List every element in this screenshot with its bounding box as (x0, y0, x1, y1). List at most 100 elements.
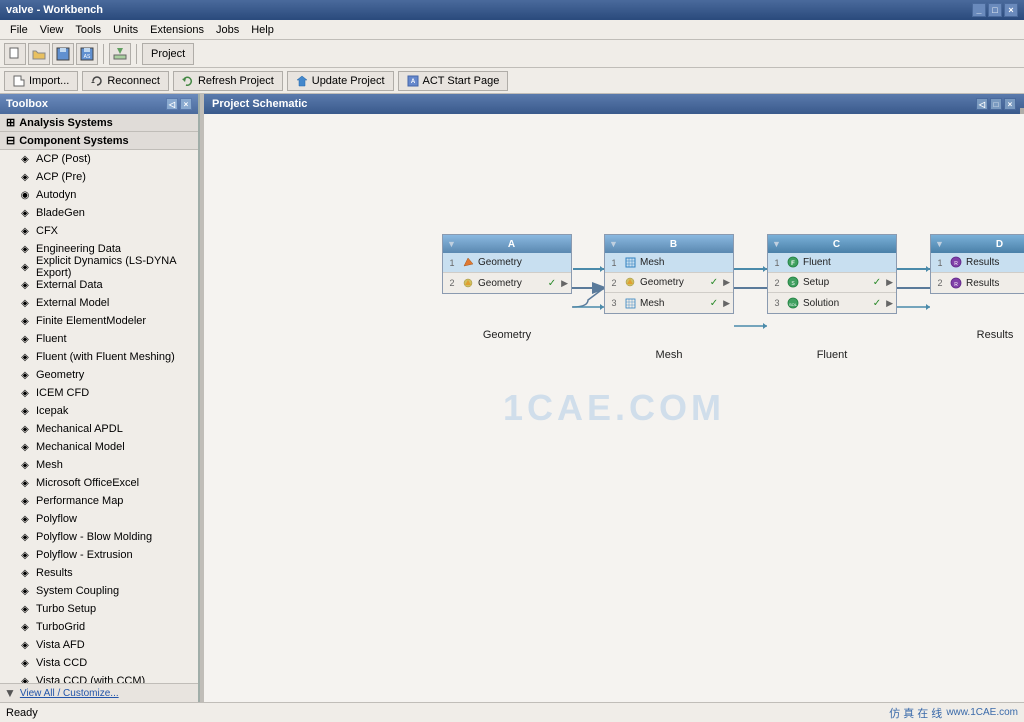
section-analysis-systems[interactable]: ⊞ Analysis Systems (0, 114, 198, 132)
system-a-row-1[interactable]: 1 Geometry (443, 253, 571, 273)
fluent-icon: ◈ (18, 332, 32, 346)
system-b-row-3-label: Mesh (640, 298, 707, 309)
toolbox-item-external-model[interactable]: ◈ External Model (0, 294, 198, 312)
system-d-row-2[interactable]: 2 R Results ▶ (931, 273, 1024, 293)
open-button[interactable] (28, 43, 50, 65)
toolbox-item-finite-element-modeler[interactable]: ◈ Finite ElementModeler (0, 312, 198, 330)
toolbox-item-polyflow-extrusion[interactable]: ◈ Polyflow - Extrusion (0, 546, 198, 564)
toolbox-item-fluent[interactable]: ◈ Fluent (0, 330, 198, 348)
external-data-label: External Data (36, 279, 103, 291)
system-b-row-3[interactable]: 3 Mesh ✓ ▶ (605, 293, 733, 313)
toolbox-item-bladegen[interactable]: ◈ BladeGen (0, 204, 198, 222)
reconnect-button[interactable]: Reconnect (82, 71, 169, 91)
system-c-row-3-arrow: ▶ (886, 298, 893, 309)
toolbox-item-turbogrid[interactable]: ◈ TurboGrid (0, 618, 198, 636)
system-a-arrow[interactable]: ▼ (447, 239, 456, 249)
toolbox-item-vista-ccd[interactable]: ◈ Vista CCD (0, 654, 198, 672)
performance-map-label: Performance Map (36, 495, 123, 507)
filter-icon[interactable]: ▼ (4, 686, 16, 700)
save-button[interactable] (52, 43, 74, 65)
toolbox-item-results[interactable]: ◈ Results (0, 564, 198, 582)
view-all-link[interactable]: View All / Customize... (20, 688, 119, 699)
toolbox-item-turbo-setup[interactable]: ◈ Turbo Setup (0, 600, 198, 618)
toolbox-item-icepak[interactable]: ◈ Icepak (0, 402, 198, 420)
toolbox-item-vista-afd[interactable]: ◈ Vista AFD (0, 636, 198, 654)
import-action-label: Import... (29, 75, 69, 87)
toolbox-item-microsoft-office-excel[interactable]: ◈ Microsoft OfficeExcel (0, 474, 198, 492)
svg-text:SOL: SOL (788, 302, 797, 307)
menu-help[interactable]: Help (245, 22, 280, 38)
update-button[interactable]: Update Project (287, 71, 394, 91)
schematic-header-controls[interactable]: ◁ □ × (976, 98, 1016, 110)
toolbox-item-polyflow[interactable]: ◈ Polyflow (0, 510, 198, 528)
schematic-title: Project Schematic (212, 98, 307, 110)
row-num-c2: 2 (771, 278, 783, 288)
row-num-d2: 2 (934, 278, 946, 288)
system-c-row-1[interactable]: 1 F Fluent (768, 253, 896, 273)
schematic-close-button[interactable]: × (1004, 98, 1016, 110)
system-b-arrow[interactable]: ▼ (609, 239, 618, 249)
save-as-button[interactable]: AS (76, 43, 98, 65)
system-a-row-2[interactable]: 2 Geometry ✓ ▶ (443, 273, 571, 293)
toolbox-item-explicit-dynamics[interactable]: ◈ Explicit Dynamics (LS-DYNA Export) (0, 258, 198, 276)
watermark-url: www.1CAE.com (946, 707, 1018, 718)
explicit-dynamics-label: Explicit Dynamics (LS-DYNA Export) (36, 255, 194, 279)
system-c-arrow[interactable]: ▼ (772, 239, 781, 249)
system-c-row-3[interactable]: 3 SOL Solution ✓ ▶ (768, 293, 896, 313)
import-button[interactable] (109, 43, 131, 65)
toolbox-header: Toolbox ◁ × (0, 94, 198, 114)
toolbox-item-icem-cfd[interactable]: ◈ ICEM CFD (0, 384, 198, 402)
menu-tools[interactable]: Tools (69, 22, 107, 38)
toolbox-close-button[interactable]: × (180, 98, 192, 110)
system-b-row-1[interactable]: 1 Mesh (605, 253, 733, 273)
system-a-row-1-label: Geometry (478, 257, 568, 268)
vista-ccd-ccm-label: Vista CCD (with CCM) (36, 675, 145, 683)
system-c-row-2[interactable]: 2 S Setup ✓ ▶ (768, 273, 896, 293)
toolbox-item-fluent-meshing[interactable]: ◈ Fluent (with Fluent Meshing) (0, 348, 198, 366)
menu-file[interactable]: File (4, 22, 34, 38)
system-a-letter: A (456, 239, 567, 250)
section-component-systems[interactable]: ⊟ Component Systems (0, 132, 198, 150)
toolbox-item-system-coupling[interactable]: ◈ System Coupling (0, 582, 198, 600)
toolbox-item-geometry[interactable]: ◈ Geometry (0, 366, 198, 384)
action-toolbar: Import... Reconnect Refresh Project Upda… (0, 68, 1024, 94)
polyflow-label: Polyflow (36, 513, 77, 525)
cfx-icon: ◈ (18, 224, 32, 238)
system-block-c: ▼ C 1 F Fluent 2 S Setup ✓ (767, 234, 897, 314)
toolbox-item-acp-pre[interactable]: ◈ ACP (Pre) (0, 168, 198, 186)
menu-jobs[interactable]: Jobs (210, 22, 245, 38)
refresh-button[interactable]: Refresh Project (173, 71, 283, 91)
system-c-row-3-check: ✓ (873, 298, 881, 309)
toolbox-item-autodyn[interactable]: ◉ Autodyn (0, 186, 198, 204)
act-start-button[interactable]: A ACT Start Page (398, 71, 509, 91)
row-num-2: 2 (446, 278, 458, 288)
menu-units[interactable]: Units (107, 22, 144, 38)
toolbox-item-mechanical-apdl[interactable]: ◈ Mechanical APDL (0, 420, 198, 438)
system-d-row-1[interactable]: 1 R Results (931, 253, 1024, 273)
new-button[interactable] (4, 43, 26, 65)
schematic-maximize-button[interactable]: □ (990, 98, 1002, 110)
toolbox-item-acp-post[interactable]: ◈ ACP (Post) (0, 150, 198, 168)
menu-extensions[interactable]: Extensions (144, 22, 210, 38)
schematic-pin-button[interactable]: ◁ (976, 98, 988, 110)
toolbox-header-controls[interactable]: ◁ × (166, 98, 192, 110)
toolbox-item-polyflow-blow-molding[interactable]: ◈ Polyflow - Blow Molding (0, 528, 198, 546)
toolbox-item-vista-ccd-ccm[interactable]: ◈ Vista CCD (with CCM) (0, 672, 198, 683)
project-button[interactable]: Project (142, 43, 194, 65)
connector-lines (204, 114, 1024, 514)
toolbox-item-mesh[interactable]: ◈ Mesh (0, 456, 198, 474)
close-button[interactable]: × (1004, 3, 1018, 17)
system-d-arrow[interactable]: ▼ (935, 239, 944, 249)
system-c-letter: C (781, 239, 892, 250)
system-b-row-2[interactable]: 2 Geometry ✓ ▶ (605, 273, 733, 293)
titlebar-controls[interactable]: _ □ × (972, 3, 1018, 17)
toolbox-item-performance-map[interactable]: ◈ Performance Map (0, 492, 198, 510)
maximize-button[interactable]: □ (988, 3, 1002, 17)
toolbox-item-mechanical-model[interactable]: ◈ Mechanical Model (0, 438, 198, 456)
import-action-button[interactable]: Import... (4, 71, 78, 91)
vista-afd-icon: ◈ (18, 638, 32, 652)
toolbox-item-cfx[interactable]: ◈ CFX (0, 222, 198, 240)
toolbox-pin-button[interactable]: ◁ (166, 98, 178, 110)
menu-view[interactable]: View (34, 22, 70, 38)
minimize-button[interactable]: _ (972, 3, 986, 17)
